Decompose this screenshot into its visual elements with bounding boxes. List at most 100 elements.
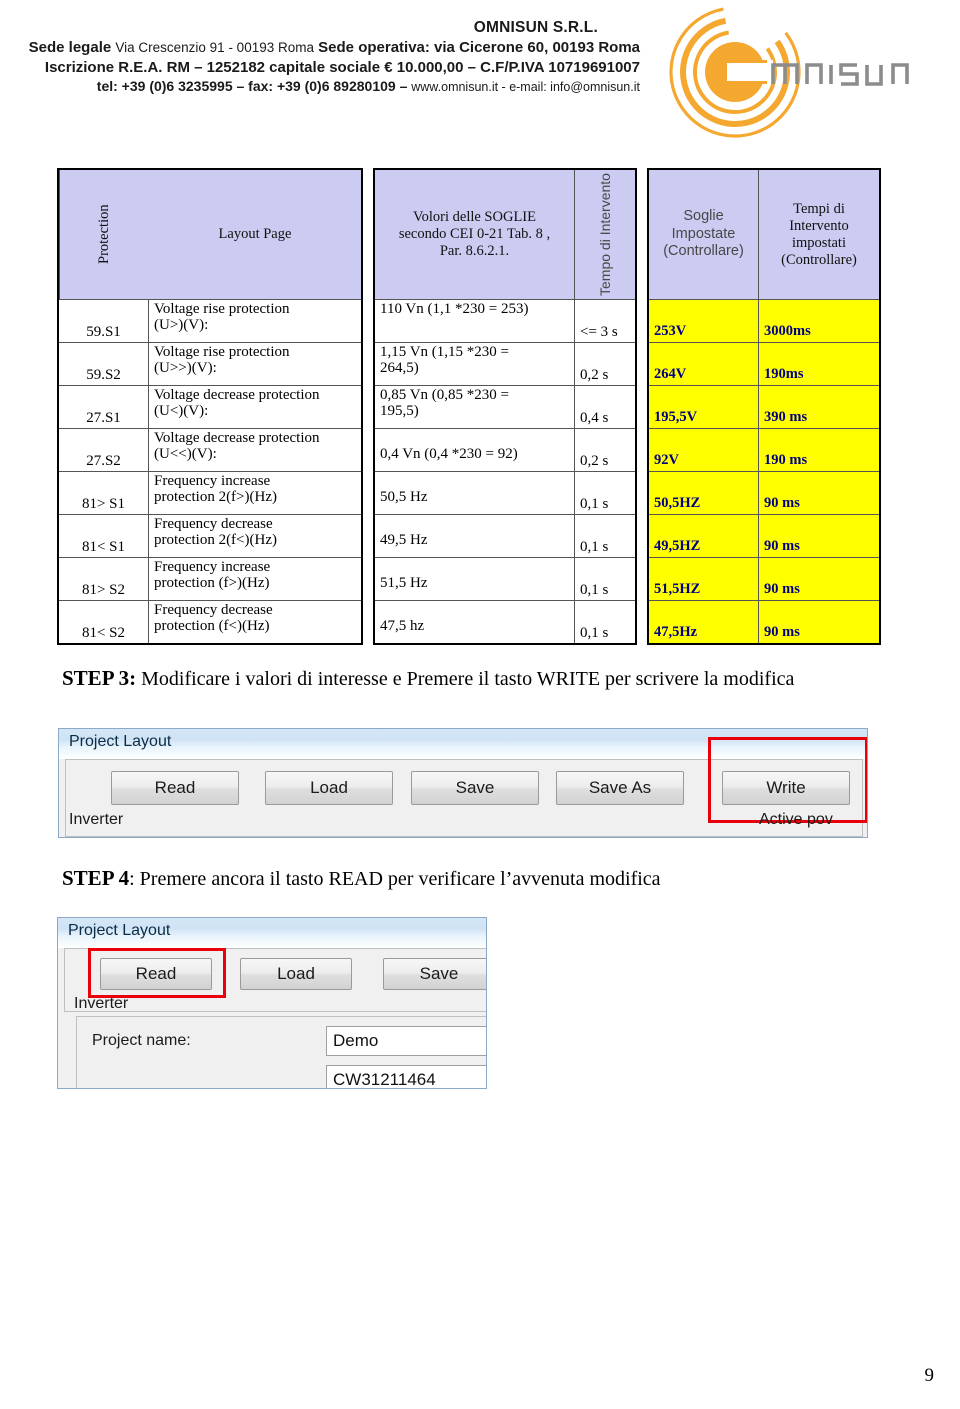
screenshot-project-layout-read: Project Layout Read Load Save Inverter P…	[57, 917, 487, 1089]
web-email: www.omnisun.it - e-mail: info@omnisun.it	[411, 80, 640, 95]
save-button-2-label: Save	[419, 964, 459, 983]
cell-tempo-intervento: 0,1 s	[580, 624, 609, 641]
table-header-row-1: Protection Layout Page	[59, 170, 361, 299]
read-button[interactable]: Read	[111, 771, 239, 805]
cell-layout-page: Frequency increase protection (f>)(Hz)	[149, 558, 361, 600]
cell-layout-page: Voltage rise protection (U>)(V):	[149, 300, 361, 342]
serial-number-input[interactable]: CW31211464	[326, 1065, 486, 1088]
window-title-read: Project Layout	[68, 922, 171, 939]
cell-valore-line1	[380, 602, 569, 618]
table-row: 110 Vn (1,1 *230 = 253) <= 3 s	[375, 299, 635, 342]
cell-layout-line2: protection 2(f<)(Hz)	[154, 532, 277, 549]
cell-valore-line2: 0,4 Vn (0,4 *230 = 92)	[380, 446, 518, 463]
cell-valore-line2: 49,5 Hz	[380, 532, 428, 549]
registered-office-line: Sede legale Via Crescenzio 91 - 00193 Ro…	[0, 38, 640, 58]
cell-protection: 27.S1	[59, 386, 149, 428]
cell-protection: 81< S2	[59, 601, 149, 643]
table-gap-1	[363, 168, 373, 645]
cell-protection: 59.S1	[59, 300, 149, 342]
save-button[interactable]: Save	[411, 771, 539, 805]
window-panel-write: Read Load Save Save As Write Inverter Ac…	[59, 737, 867, 837]
table-row: 1,15 Vn (1,15 *230 = 264,5) 0,2 s	[375, 342, 635, 385]
soglie-line-3: (Controllare)	[663, 243, 744, 260]
column-header-tempi-impostati: Tempi di Intervento impostati (Controlla…	[759, 170, 879, 299]
table-row: 50,5HZ 90 ms	[649, 471, 879, 514]
cell-layout-line1: Voltage decrease protection	[154, 387, 320, 403]
table-group-values-time: Volori delle SOGLIE secondo CEI 0-21 Tab…	[373, 168, 637, 645]
save-button-label: Save	[455, 778, 495, 797]
cell-protection: 81< S1	[59, 515, 149, 557]
cell-valore-line1	[380, 559, 569, 575]
cell-valore-line1: 1,15 Vn (1,15 *230 =	[380, 344, 510, 360]
cell-layout-line2: protection (f>)(Hz)	[154, 575, 270, 592]
cell-valore-soglia: 47,5 hz	[375, 601, 575, 643]
cell-tempo-intervento: 0,1 s	[580, 538, 609, 555]
cell-valore-line1: 0,85 Vn (0,85 *230 =	[380, 387, 510, 403]
cell-tempo-intervento: 0,4 s	[580, 409, 609, 426]
window-titlebar-read: Project Layout	[58, 918, 486, 948]
tempi-line-4: (Controllare)	[781, 251, 857, 268]
table-row: 264V 190ms	[649, 342, 879, 385]
save-button-2[interactable]: Save	[383, 958, 486, 990]
table-group-configured: Soglie Impostate (Controllare) Tempi di …	[647, 168, 881, 645]
read-button-highlight-box	[88, 948, 226, 998]
cell-layout-line1: Frequency decrease	[154, 516, 273, 532]
cell-soglia-impostata: 51,5HZ	[649, 558, 759, 600]
table-row: 50,5 Hz 0,1 s	[375, 471, 635, 514]
valori-line-2: secondo CEI 0-21 Tab. 8 ,	[398, 226, 551, 242]
window-panel-read: Read Load Save Inverter Project name: De…	[58, 948, 486, 1088]
table-row: 195,5V 390 ms	[649, 385, 879, 428]
protection-settings-table: Protection Layout Page 59.S1 Voltage rise…	[57, 168, 913, 645]
cell-valore-soglia: 110 Vn (1,1 *230 = 253)	[375, 300, 575, 342]
cell-tempo-impostato: 90 ms	[759, 472, 879, 514]
column-header-layout-page: Layout Page	[149, 170, 361, 299]
tempi-line-2: Intervento	[789, 217, 849, 234]
save-as-button[interactable]: Save As	[556, 771, 684, 805]
table-gap-2	[637, 168, 647, 645]
cell-valore-soglia: 51,5 Hz	[375, 558, 575, 600]
table-row: 81> S1 Frequency increase protection 2(f>)…	[59, 471, 361, 514]
cell-protection: 81> S2	[59, 558, 149, 600]
cell-layout-line1: Voltage decrease protection	[154, 430, 320, 446]
load-button[interactable]: Load	[265, 771, 393, 805]
table-group-protection-layout: Protection Layout Page 59.S1 Voltage rise…	[57, 168, 363, 645]
cell-tempo-impostato: 90 ms	[759, 515, 879, 557]
soglie-line-1: Soglie	[683, 208, 724, 225]
project-name-value: Demo	[333, 1031, 379, 1050]
cell-tempo-impostato: 90 ms	[759, 558, 879, 600]
column-header-tempo-intervento: Tempo di Intervento	[575, 170, 635, 299]
cell-layout-line1: Frequency increase	[154, 559, 271, 575]
screenshot-project-layout-write: Project Layout Read Load Save Save As Wr…	[58, 728, 868, 838]
project-name-input[interactable]: Demo	[326, 1026, 486, 1056]
step-3-label: STEP 3:	[62, 666, 137, 690]
cell-soglia-impostata: 253V	[649, 300, 759, 342]
table-row: 0,85 Vn (0,85 *230 = 195,5) 0,4 s	[375, 385, 635, 428]
table-row: 51,5 Hz 0,1 s	[375, 557, 635, 600]
cell-layout-line1: Voltage rise protection	[154, 344, 290, 360]
table-header-row-3: Soglie Impostate (Controllare) Tempi di …	[649, 170, 879, 299]
table-row: 49,5 Hz 0,1 s	[375, 514, 635, 557]
step-3-text: Modificare i valori di interesse e Preme…	[136, 668, 795, 690]
cell-layout-page: Frequency decrease protection (f<)(Hz)	[149, 601, 361, 643]
cell-soglia-impostata: 92V	[649, 429, 759, 471]
cell-protection: 27.S2	[59, 429, 149, 471]
project-name-label: Project name:	[92, 1032, 191, 1049]
table-row: 81> S2 Frequency increase protection (f>)(…	[59, 557, 361, 600]
cell-tempo-impostato: 3000ms	[759, 300, 879, 342]
cell-layout-line2: (U<<)(V):	[154, 446, 217, 463]
cell-tempo-impostato: 190 ms	[759, 429, 879, 471]
cell-layout-page: Frequency increase protection 2(f>)(Hz)	[149, 472, 361, 514]
step-4-instruction: STEP 4: Premere ancora il tasto READ per…	[62, 866, 661, 891]
cell-layout-page: Frequency decrease protection 2(f<)(Hz)	[149, 515, 361, 557]
cell-layout-page: Voltage rise protection (U>>)(V):	[149, 343, 361, 385]
cell-layout-line1: Frequency increase	[154, 473, 271, 489]
load-button-label: Load	[310, 778, 348, 797]
cell-layout-line2: (U<)(V):	[154, 403, 209, 420]
table-row: 81< S1 Frequency decrease protection 2(f<)…	[59, 514, 361, 557]
sede-legale-label: Sede legale	[28, 39, 112, 57]
tempi-line-3: impostati	[792, 234, 846, 251]
column-header-protection: Protection	[59, 170, 149, 299]
load-button-2[interactable]: Load	[240, 958, 352, 990]
cell-layout-line1: Voltage rise protection	[154, 301, 290, 317]
column-header-valori-soglie: Volori delle SOGLIE secondo CEI 0-21 Tab…	[375, 170, 575, 299]
